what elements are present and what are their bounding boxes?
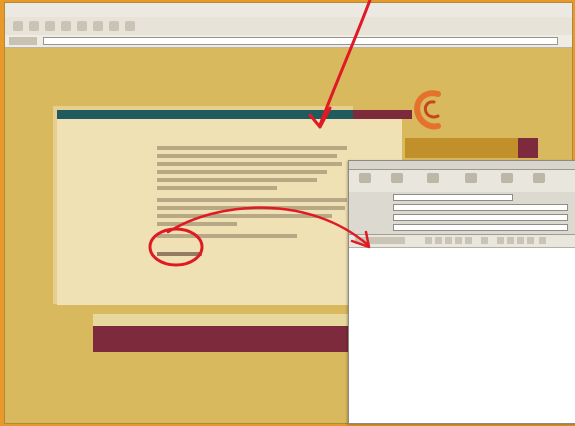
site-nav xyxy=(57,110,413,119)
home-icon[interactable] xyxy=(77,21,87,31)
print-icon[interactable] xyxy=(125,21,135,31)
style-select[interactable] xyxy=(355,237,405,244)
paragraph-line xyxy=(157,146,347,150)
size-icon[interactable] xyxy=(527,237,534,244)
spell-icon[interactable] xyxy=(501,173,513,183)
nav-item[interactable] xyxy=(116,110,175,119)
browser-titlebar xyxy=(5,3,572,18)
format-toolbar xyxy=(349,235,575,248)
paragraph-line xyxy=(157,170,327,174)
paragraph-line xyxy=(157,178,317,182)
field-label xyxy=(357,204,391,210)
nav-item[interactable] xyxy=(175,110,234,119)
reload-icon[interactable] xyxy=(45,21,55,31)
back-icon[interactable] xyxy=(13,21,23,31)
quote-icon[interactable] xyxy=(391,173,403,183)
indent-icon[interactable] xyxy=(481,237,488,244)
table-icon[interactable] xyxy=(539,237,546,244)
browser-title xyxy=(235,5,345,14)
address-icon[interactable] xyxy=(427,173,439,183)
color-icon[interactable] xyxy=(507,237,514,244)
paragraph-line xyxy=(157,234,297,238)
nav-item[interactable] xyxy=(235,110,294,119)
bold-icon[interactable] xyxy=(425,237,432,244)
link-icon[interactable] xyxy=(497,237,504,244)
paragraph-line xyxy=(157,206,345,210)
field-label xyxy=(357,194,391,200)
compose-fields xyxy=(349,192,575,235)
bookmark-icon[interactable] xyxy=(109,21,119,31)
paragraph-line xyxy=(157,198,347,202)
address-row xyxy=(5,35,572,48)
cc-field[interactable] xyxy=(393,204,568,211)
compose-title xyxy=(349,161,575,170)
send-icon[interactable] xyxy=(359,173,371,183)
underline-icon[interactable] xyxy=(445,237,452,244)
nav-item[interactable] xyxy=(57,110,116,119)
nav-item[interactable] xyxy=(294,110,353,119)
compose-toolbar xyxy=(349,170,575,193)
footer-text xyxy=(109,334,149,339)
save-icon[interactable] xyxy=(533,173,545,183)
browser-toolbar xyxy=(5,17,572,36)
search-icon[interactable] xyxy=(93,21,103,31)
url-input[interactable] xyxy=(43,37,558,45)
to-field[interactable] xyxy=(393,194,513,201)
paragraph-line xyxy=(157,222,237,226)
footer-strip xyxy=(93,314,368,326)
field-label xyxy=(357,224,391,230)
nav-item-active[interactable] xyxy=(352,110,413,119)
subject-field[interactable] xyxy=(393,224,568,231)
paragraph-line xyxy=(157,162,342,166)
stop-icon[interactable] xyxy=(61,21,71,31)
italic-icon[interactable] xyxy=(435,237,442,244)
compose-window xyxy=(348,160,575,424)
footer-bar xyxy=(93,326,368,352)
address-label xyxy=(9,37,37,45)
maroon-block xyxy=(518,138,538,158)
paragraph-line xyxy=(157,214,332,218)
bcc-field[interactable] xyxy=(393,214,568,221)
forward-icon[interactable] xyxy=(29,21,39,31)
paragraph-line xyxy=(157,154,337,158)
field-label xyxy=(357,214,391,220)
gold-banner[interactable] xyxy=(405,138,518,158)
logo-icon xyxy=(414,90,441,130)
paragraph-line xyxy=(157,186,277,190)
list-icon[interactable] xyxy=(465,237,472,244)
attach-icon[interactable] xyxy=(465,173,477,183)
align-icon[interactable] xyxy=(455,237,462,244)
font-icon[interactable] xyxy=(517,237,524,244)
mail-link[interactable] xyxy=(157,252,202,256)
